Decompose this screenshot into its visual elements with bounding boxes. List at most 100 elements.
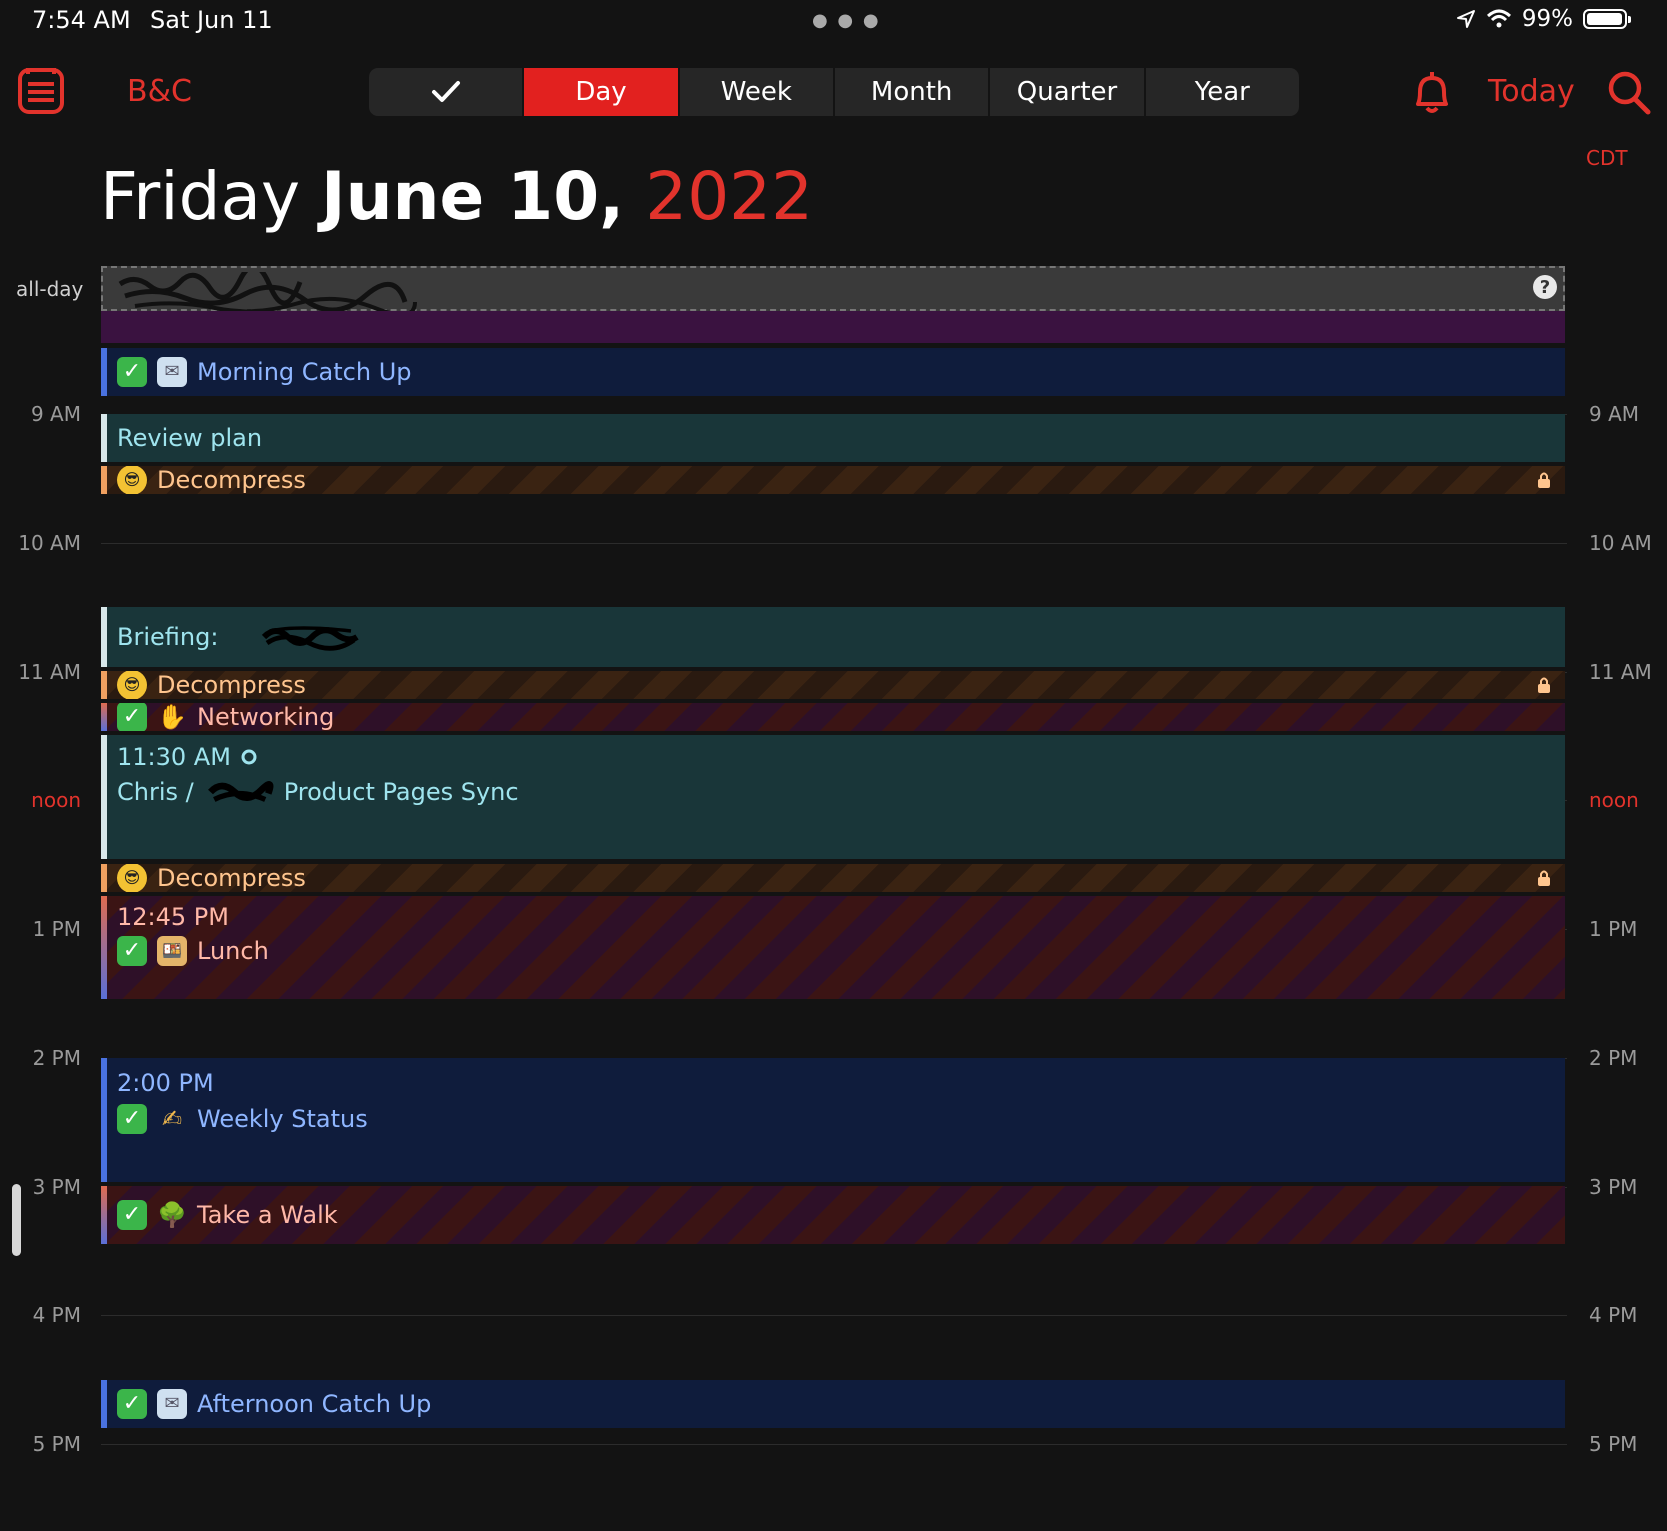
event-weekly-status[interactable]: 2:00 PM ✓ ✍ Weekly Status — [101, 1058, 1565, 1182]
lunch-icon: 🍱 — [157, 936, 187, 966]
search-icon[interactable] — [1606, 68, 1652, 116]
event-title: Afternoon Catch Up — [197, 1390, 432, 1418]
tab-month[interactable]: Month — [835, 68, 991, 116]
status-date: Sat Jun 11 — [150, 6, 273, 34]
check-icon: ✓ — [117, 936, 147, 966]
event-product-pages-sync[interactable]: 11:30 AM Chris / Product Pages Sync — [101, 735, 1565, 859]
event-time: 11:30 AM — [117, 743, 231, 771]
event-title: Briefing: — [117, 623, 219, 651]
event-lunch[interactable]: 12:45 PM ✓ 🍱 Lunch — [101, 896, 1565, 999]
sunglasses-icon: 😎 — [117, 864, 147, 892]
event-title: Morning Catch Up — [197, 358, 412, 386]
check-icon — [431, 81, 460, 102]
hour-label: 1 PM — [1589, 917, 1638, 941]
hour-label: 5 PM — [1589, 1432, 1638, 1456]
hour-label: 3 PM — [1589, 1175, 1638, 1199]
lock-icon — [1538, 472, 1550, 488]
hour-label: noon — [31, 788, 81, 812]
hour-line — [101, 1444, 1567, 1445]
tab-quarter[interactable]: Quarter — [990, 68, 1146, 116]
event-title: Decompress — [157, 671, 306, 699]
hour-label: 1 PM — [32, 917, 81, 941]
hour-label: 3 PM — [32, 1175, 81, 1199]
mail-icon: ✉ — [157, 357, 187, 387]
mail-icon: ✉ — [157, 1389, 187, 1419]
event-title: Networking — [197, 703, 335, 731]
tab-day[interactable]: Day — [524, 68, 680, 116]
event-time: 2:00 PM — [117, 1069, 214, 1097]
event-decompress[interactable]: 😎 Decompress — [101, 864, 1565, 892]
hour-line — [101, 1315, 1567, 1316]
hour-line — [101, 543, 1567, 544]
battery-percent: 99% — [1521, 6, 1573, 32]
event-review-plan[interactable]: Review plan — [101, 414, 1565, 462]
event-briefing[interactable]: Briefing: — [101, 607, 1565, 667]
check-icon: ✓ — [117, 357, 147, 387]
view-segmented-control: Day Week Month Quarter Year — [369, 68, 1299, 116]
multitasking-dots-icon[interactable]: ● ● ● — [812, 10, 881, 31]
event-title: Chris / — [117, 778, 194, 806]
battery-icon — [1583, 9, 1631, 29]
lock-icon — [1538, 677, 1550, 693]
redacted-scribble — [118, 272, 417, 312]
hour-label: 2 PM — [1589, 1046, 1638, 1070]
location-icon — [1456, 10, 1475, 28]
lock-icon — [1538, 870, 1550, 886]
help-icon[interactable]: ? — [1533, 275, 1557, 299]
sunglasses-icon: 😎 — [117, 466, 147, 494]
event-morning-catch-up[interactable]: ✓ ✉ Morning Catch Up — [101, 348, 1565, 396]
event-time: 12:45 PM — [117, 903, 229, 931]
event-title: Lunch — [197, 937, 269, 965]
repeat-icon — [241, 749, 257, 765]
hour-label: 10 AM — [1589, 531, 1652, 555]
event-networking[interactable]: ✓ ✋ Networking — [101, 703, 1565, 731]
hour-label: 2 PM — [32, 1046, 81, 1070]
event-title: Decompress — [157, 466, 306, 494]
event-decompress[interactable]: 😎 Decompress — [101, 671, 1565, 699]
event-title: Take a Walk — [197, 1201, 338, 1229]
allday-label: all-day — [16, 277, 84, 301]
redacted-scribble — [262, 626, 360, 651]
bell-icon[interactable] — [1410, 70, 1454, 116]
wifi-icon — [1486, 9, 1511, 28]
tree-icon: 🌳 — [157, 1201, 187, 1229]
allday-event-strip[interactable] — [101, 311, 1565, 343]
handshake-icon: ✋ — [157, 703, 187, 731]
calendar-set-title[interactable]: B&C — [127, 74, 192, 109]
status-time: 7:54 AM — [32, 6, 131, 34]
status-right: 99% — [1456, 6, 1631, 32]
today-button[interactable]: Today — [1488, 74, 1575, 109]
hour-label: 11 AM — [1589, 660, 1652, 684]
event-afternoon-catch-up[interactable]: ✓ ✉ Afternoon Catch Up — [101, 1380, 1565, 1428]
pencil-icon: ✍ — [161, 1105, 183, 1133]
check-icon: ✓ — [117, 1104, 147, 1134]
hour-label: 9 AM — [1589, 402, 1640, 426]
year: 2022 — [645, 158, 814, 235]
sunglasses-icon: 😎 — [117, 671, 147, 699]
event-title: Decompress — [157, 864, 306, 892]
page-title: Friday June 10, 2022 — [100, 158, 814, 235]
tab-tasks[interactable] — [369, 68, 525, 116]
tab-week[interactable]: Week — [680, 68, 835, 116]
hour-label: 10 AM — [18, 531, 81, 555]
hour-label: 5 PM — [32, 1432, 81, 1456]
hour-label: 4 PM — [32, 1303, 81, 1327]
check-icon: ✓ — [117, 1200, 147, 1230]
hour-label: noon — [1589, 788, 1639, 812]
hour-label: 11 AM — [18, 660, 81, 684]
event-title: Review plan — [117, 424, 263, 452]
timezone-label[interactable]: CDT — [1586, 146, 1628, 170]
event-title: Weekly Status — [197, 1105, 368, 1133]
list-icon[interactable] — [18, 66, 64, 114]
month-day: June 10 — [321, 158, 600, 235]
check-icon: ✓ — [117, 1389, 147, 1419]
event-take-a-walk[interactable]: ✓ 🌳 Take a Walk — [101, 1186, 1565, 1244]
event-title: Product Pages Sync — [283, 778, 519, 806]
event-decompress[interactable]: 😎 Decompress — [101, 466, 1565, 494]
check-icon: ✓ — [117, 703, 147, 731]
redacted-scribble — [207, 781, 274, 802]
scroll-indicator[interactable] — [12, 1184, 21, 1256]
weekday: Friday — [100, 158, 301, 235]
hour-label: 9 AM — [30, 402, 81, 426]
tab-year[interactable]: Year — [1146, 68, 1299, 116]
